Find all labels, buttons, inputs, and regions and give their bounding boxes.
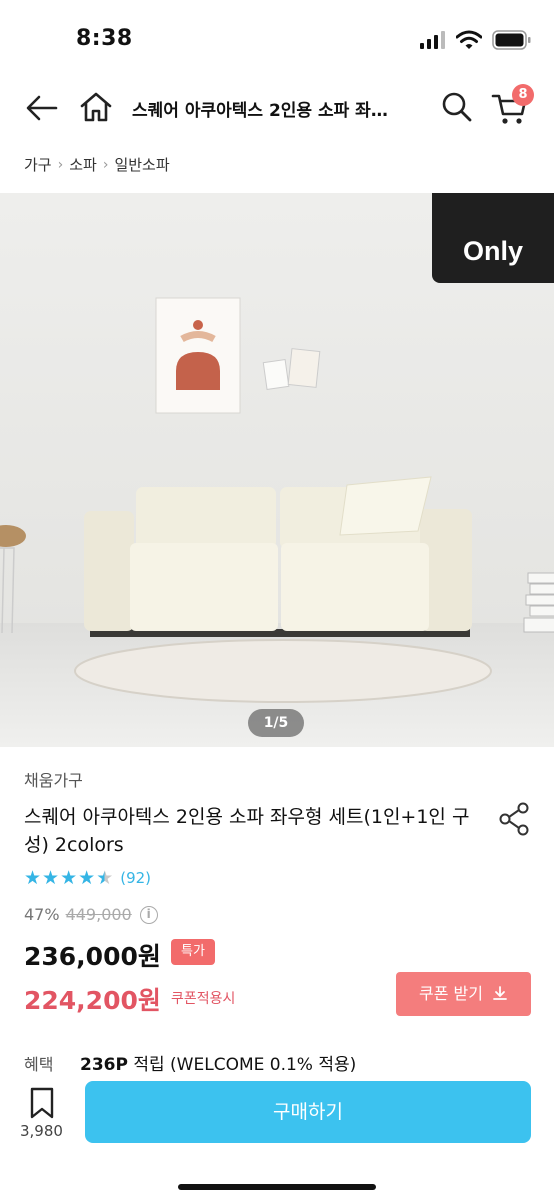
special-deal-badge: 특가	[171, 939, 215, 965]
breadcrumb-chevron-icon: ›	[102, 156, 109, 173]
bookmark-icon[interactable]	[24, 1085, 60, 1121]
product-title: 스퀘어 아쿠아텍스 2인용 소파 좌우형 세트(1인+1인 구성) 2color…	[24, 806, 470, 856]
coupon-price: 224,200원	[24, 986, 161, 1015]
back-arrow-icon[interactable]	[24, 90, 60, 126]
review-count[interactable]: (92)	[120, 869, 151, 887]
breadcrumb-item-furniture[interactable]: 가구	[24, 154, 52, 175]
cart-count-badge: 8	[512, 84, 534, 106]
breadcrumb-item-sofa[interactable]: 소파	[69, 154, 97, 175]
breadcrumb-chevron-icon: ›	[57, 156, 64, 173]
rating-row[interactable]: ★ ★ ★ ★ ★ (92)	[24, 868, 151, 888]
breadcrumb-item-general-sofa[interactable]: 일반소파	[114, 154, 169, 175]
header-title: 스퀘어 아쿠아텍스 2인용 소파 좌…	[132, 101, 388, 121]
top-navigation-bar: 스퀘어 아쿠아텍스 2인용 소파 좌…	[0, 74, 554, 142]
star-full-icon: ★	[60, 867, 78, 889]
discount-rate: 47%	[24, 905, 60, 924]
home-icon[interactable]	[78, 89, 114, 125]
benefit-label: 혜택	[24, 1055, 54, 1074]
image-counter: 1/5	[248, 709, 304, 737]
bookmark-count: 3,980	[20, 1122, 63, 1140]
benefit-detail: 적립 (WELCOME 0.1% 적용)	[127, 1055, 357, 1075]
star-full-icon: ★	[78, 867, 96, 889]
star-full-icon: ★	[42, 867, 60, 889]
benefit-text: 236P 적립 (WELCOME 0.1% 적용)	[80, 1050, 356, 1075]
product-image-carousel[interactable]: Only 1/5	[0, 193, 554, 747]
original-price: 449,000	[65, 905, 132, 924]
wifi-icon	[456, 30, 482, 49]
seller-name[interactable]: 채움가구	[24, 767, 83, 791]
breadcrumb: 가구 › 소파 › 일반소파	[24, 154, 170, 175]
info-icon[interactable]: i	[139, 905, 158, 924]
battery-icon	[492, 30, 531, 50]
get-coupon-button[interactable]: 쿠폰 받기	[396, 972, 531, 1016]
share-icon[interactable]	[497, 801, 531, 837]
get-coupon-label: 쿠폰 받기	[418, 984, 483, 1003]
coupon-note: 쿠폰적용시	[171, 991, 236, 1007]
star-full-icon: ★	[24, 867, 42, 889]
benefit-points: 236P	[80, 1055, 128, 1075]
status-icons	[420, 30, 532, 50]
search-icon[interactable]	[440, 90, 474, 124]
home-indicator	[178, 1184, 376, 1190]
download-icon	[493, 986, 507, 1000]
cellular-signal-icon	[420, 31, 445, 49]
only-badge: Only	[432, 193, 554, 283]
discount-row: 47% 449,000 i	[24, 905, 158, 924]
star-half-icon: ★	[96, 867, 114, 889]
status-bar: 8:38	[0, 0, 554, 74]
sale-price: 236,000원	[24, 942, 161, 971]
status-time: 8:38	[76, 26, 133, 51]
buy-button[interactable]: 구매하기	[85, 1081, 531, 1143]
